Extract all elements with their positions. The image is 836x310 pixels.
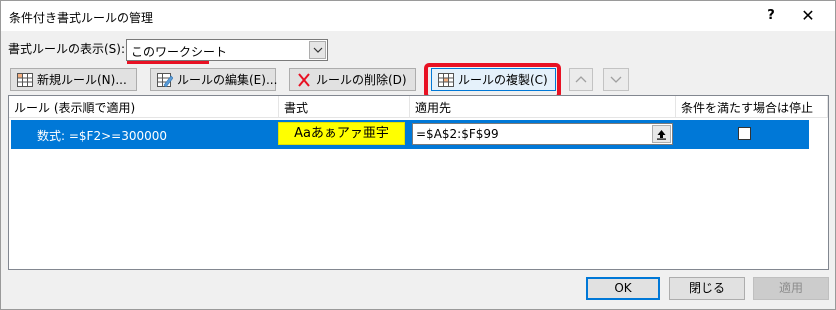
table-row[interactable]: 数式: =$F2>=300000 Aaあぁアァ亜宇 =$A$2:$F$99 [11, 120, 809, 149]
format-preview: Aaあぁアァ亜宇 [278, 122, 405, 145]
scope-dropdown-button[interactable] [309, 41, 326, 59]
rules-list: ルール (表示順で適用) 書式 適用先 条件を満たす場合は停止 数式: =$F2… [8, 95, 829, 270]
rule-condition: 数式: =$F2>=300000 [37, 129, 168, 143]
applies-to-value: =$A$2:$F$99 [416, 127, 499, 141]
close-window-button[interactable]: ✕ [796, 6, 820, 26]
move-down-button[interactable] [603, 68, 629, 91]
column-header-rule[interactable]: ルール (表示順で適用) [9, 96, 279, 118]
delete-rule-button[interactable]: ルールの削除(D) [289, 68, 416, 91]
ok-button[interactable]: OK [586, 277, 660, 300]
new-rule-button[interactable]: 新規ルール(N)... [10, 68, 137, 91]
chevron-down-icon [610, 76, 622, 83]
new-rule-icon [17, 72, 33, 87]
column-header-format[interactable]: 書式 [279, 96, 410, 118]
help-button[interactable]: ? [761, 6, 781, 26]
column-header-stop-if-true[interactable]: 条件を満たす場合は停止 [676, 96, 828, 118]
chevron-up-icon [575, 76, 587, 83]
scope-select-value: このワークシート [131, 45, 228, 59]
stop-if-true-checkbox[interactable] [738, 127, 751, 140]
apply-button[interactable]: 適用 [753, 277, 829, 300]
title-bar: 条件付き書式ルールの管理 ? ✕ [0, 0, 836, 31]
column-header-applies-to[interactable]: 適用先 [410, 96, 676, 118]
delete-x-icon [298, 72, 310, 87]
new-rule-label: 新規ルール(N)... [37, 73, 127, 87]
edit-rule-button[interactable]: ルールの編集(E)... [150, 68, 278, 91]
window-title: 条件付き書式ルールの管理 [9, 11, 154, 25]
move-up-button[interactable] [569, 68, 593, 91]
annotation-highlight-box [424, 63, 561, 99]
scope-label: 書式ルールの表示(S): [8, 42, 126, 56]
close-button[interactable]: 閉じる [669, 277, 745, 300]
edit-rule-icon [157, 72, 173, 87]
range-select-icon [657, 129, 666, 140]
annotation-underline [127, 61, 209, 64]
delete-rule-label: ルールの削除(D) [316, 73, 407, 87]
collapse-dialog-button[interactable] [652, 125, 671, 143]
applies-to-input[interactable]: =$A$2:$F$99 [412, 123, 673, 145]
chevron-down-icon [313, 47, 322, 53]
scope-select[interactable]: このワークシート [126, 39, 328, 61]
edit-rule-label: ルールの編集(E)... [177, 73, 278, 87]
